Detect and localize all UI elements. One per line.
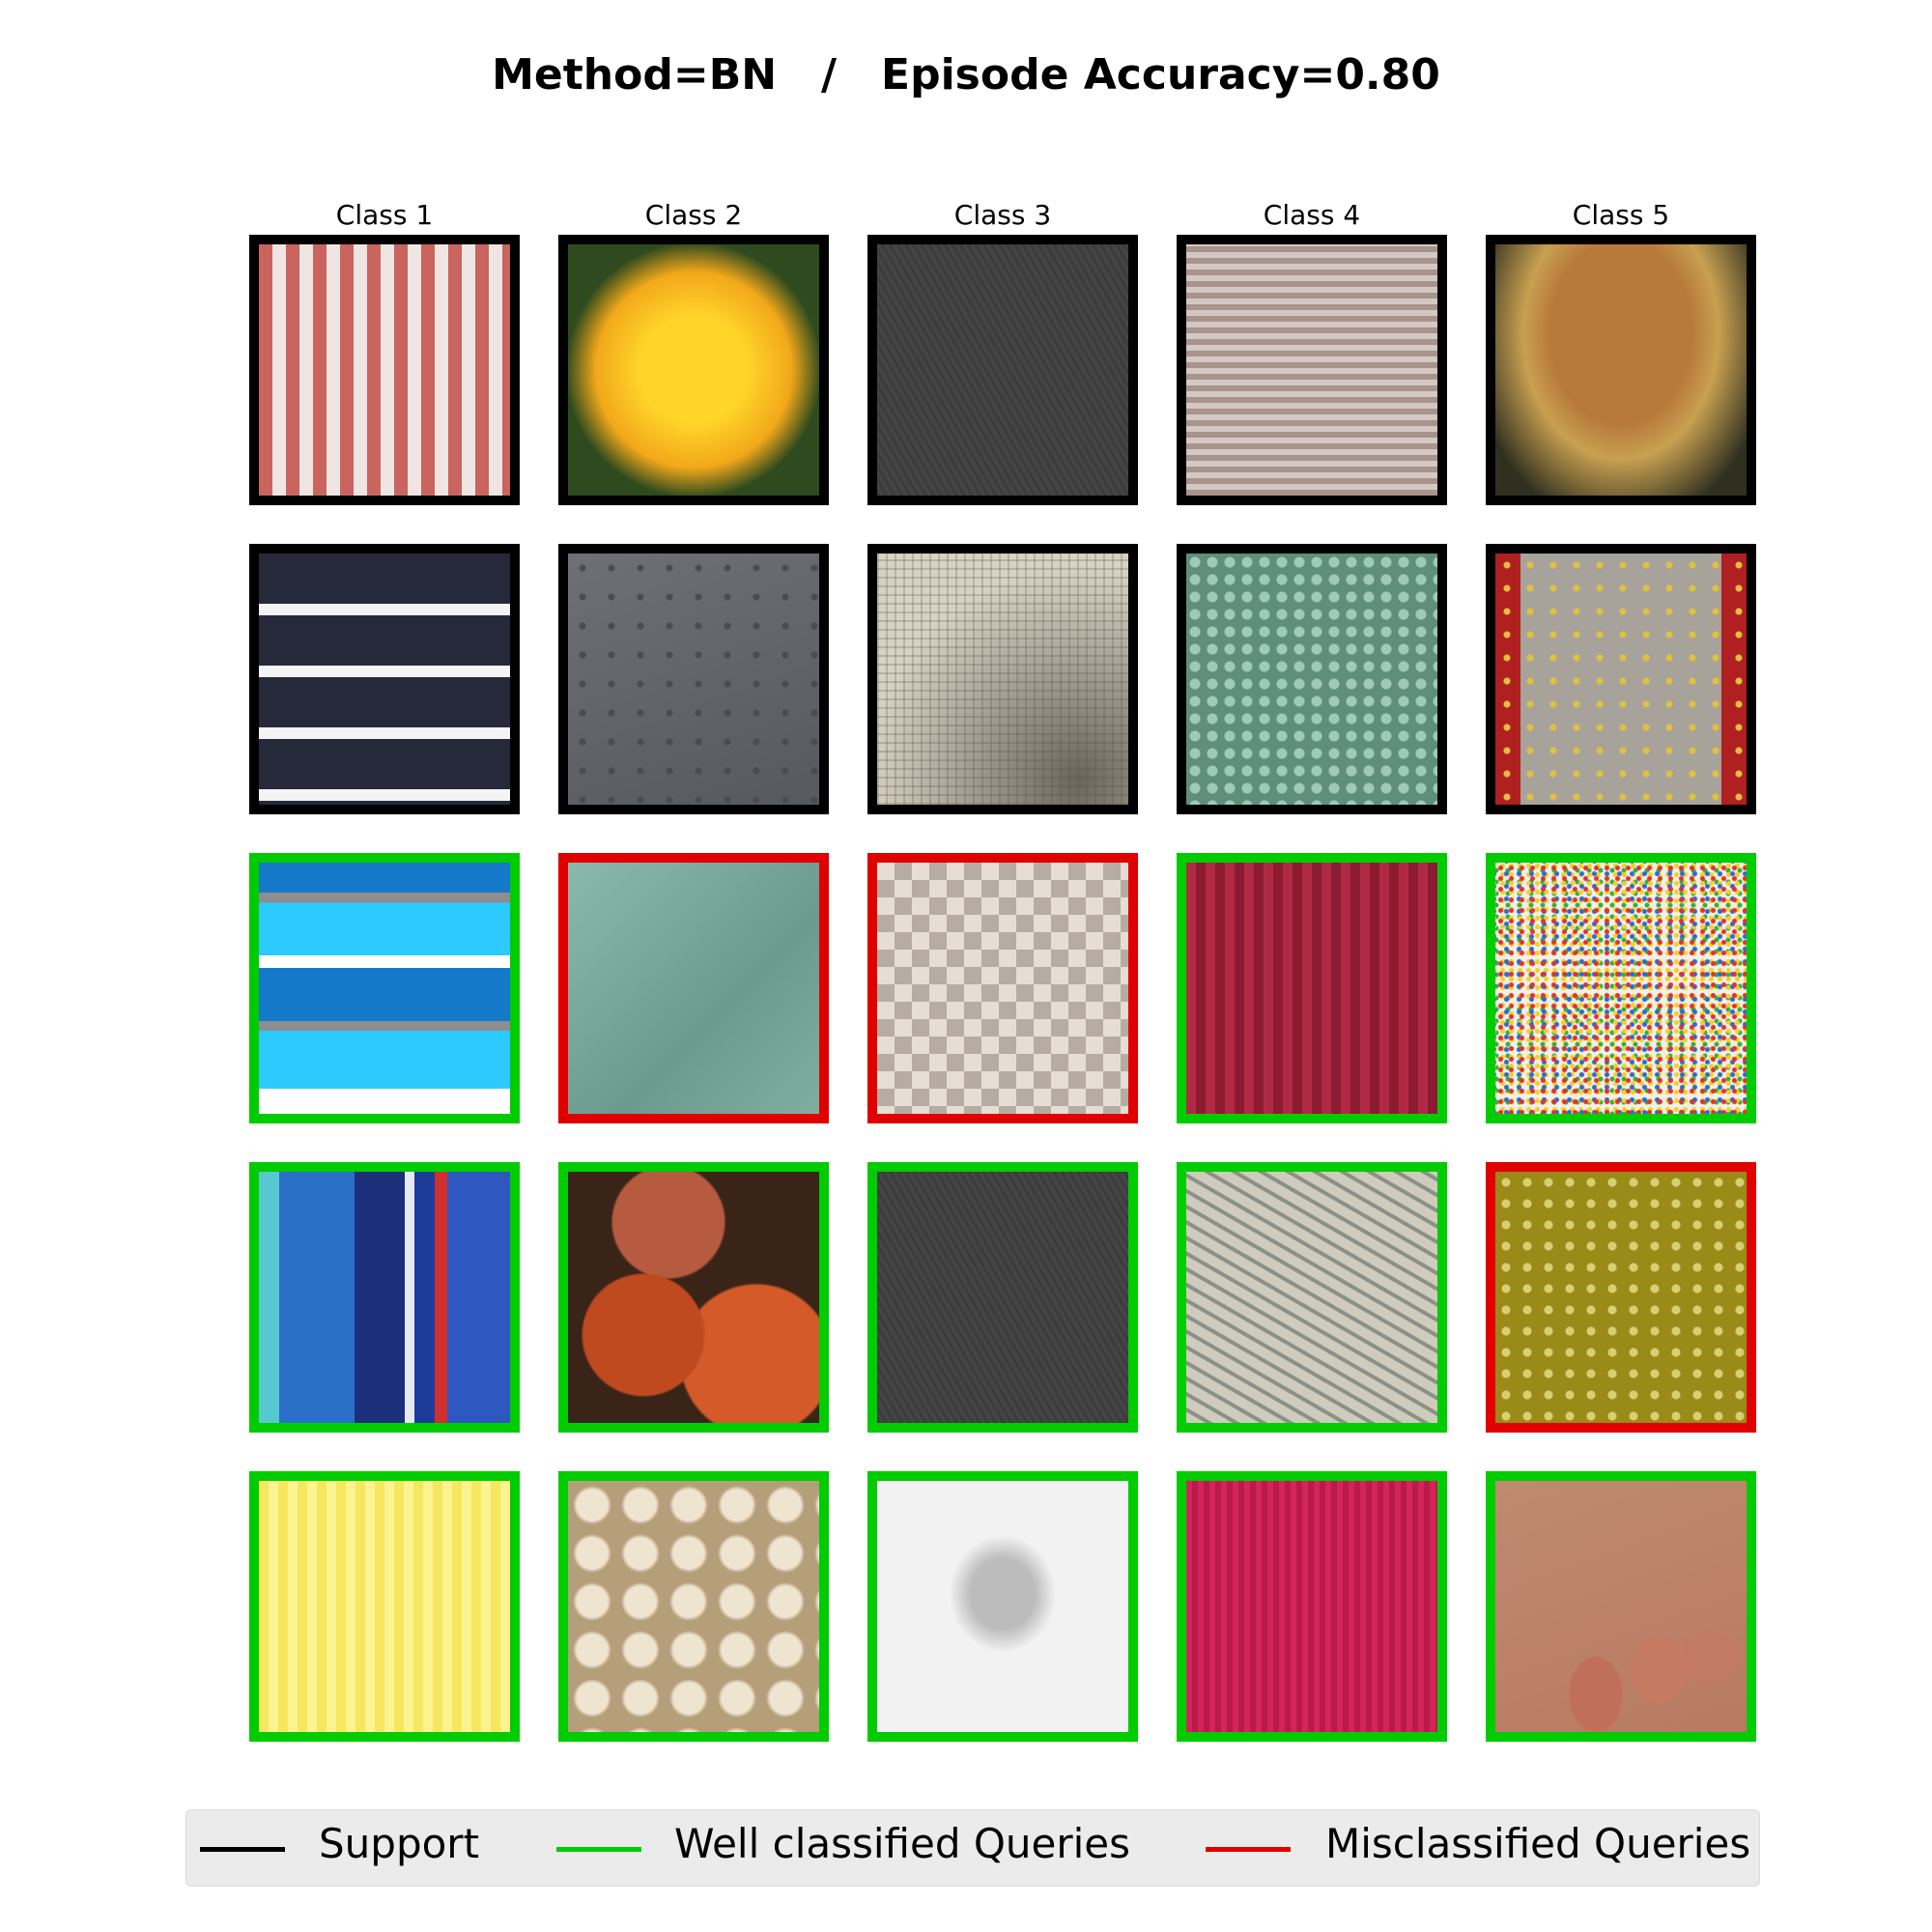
column-header-1: Class 1 (335, 199, 434, 231)
brown-crumbled-speckles-image (1495, 244, 1747, 496)
thumbnail-r1-c5-support (1486, 235, 1756, 505)
green-knit-image (1186, 554, 1437, 805)
legend: Support Well classified Queries Misclass… (185, 1809, 1760, 1887)
olive-yellow-speckles-image (1495, 1172, 1747, 1423)
thumbnail-r4-c1-well (249, 1162, 520, 1433)
beige-crosshatch-fabric-image (877, 554, 1128, 805)
thumbnail-r3-c2-mis (558, 853, 829, 1123)
thumbnail-r1-c3-support (867, 235, 1138, 505)
yellow-vertical-stripes-image (259, 1481, 510, 1732)
thumbnail-r3-c5-well (1486, 853, 1756, 1123)
diamond-tiles-image (877, 863, 1128, 1114)
white-rope-weave-image (1186, 1172, 1437, 1423)
white-gourds-image (568, 1481, 819, 1732)
thumbnail-r2-c5-support (1486, 544, 1756, 814)
thumbnail-r2-c4-support (1177, 544, 1447, 814)
column-header-3: Class 3 (953, 199, 1052, 231)
figure-title: Method=BN / Episode Accuracy=0.80 (492, 50, 1440, 99)
pencil-sketch-face-image (877, 1481, 1128, 1732)
thumbnail-r4-c3-well (867, 1162, 1138, 1433)
dark-grey-scratched-image (877, 1172, 1128, 1423)
thumbnail-r3-c4-well (1177, 853, 1447, 1123)
red-knit-image (1186, 863, 1437, 1114)
thumbnail-r2-c3-support (867, 544, 1138, 814)
thumbnail-r2-c1-support (249, 544, 520, 814)
grey-woven-knit-image (1186, 244, 1437, 496)
thumbnail-r4-c5-mis (1486, 1162, 1756, 1433)
dark-grey-scratched-image (877, 244, 1128, 496)
rainbow-sprinkles-image (1495, 863, 1747, 1114)
thumbnail-r5-c4-well (1177, 1471, 1447, 1742)
legend-well-label: Well classified Queries (674, 1820, 1131, 1867)
legend-support-label: Support (319, 1820, 480, 1867)
pink-knit-image (1186, 1481, 1437, 1732)
thumbnail-r5-c2-well (558, 1471, 829, 1742)
grey-dotted-plastic-image (568, 554, 819, 805)
column-header-2: Class 2 (644, 199, 743, 231)
thumbnail-r1-c1-support (249, 235, 520, 505)
legend-support-line (200, 1847, 285, 1852)
column-header-5: Class 5 (1572, 199, 1670, 231)
red-white-vertical-stripes-image (259, 244, 510, 496)
legend-well-line (556, 1847, 641, 1852)
thumbnail-r5-c3-well (867, 1471, 1138, 1742)
blue-horizontal-stripes-image (259, 863, 510, 1114)
thumbnail-r5-c1-well (249, 1471, 520, 1742)
column-header-4: Class 4 (1263, 199, 1361, 231)
thumbnail-r1-c4-support (1177, 235, 1447, 505)
leaves-on-path-image (1495, 554, 1747, 805)
thumbnail-r3-c1-well (249, 853, 520, 1123)
thumbnail-r1-c2-support (558, 235, 829, 505)
teal-crumpled-paper-image (568, 863, 819, 1114)
thumbnail-r3-c3-mis (867, 853, 1138, 1123)
thumbnail-r5-c5-well (1486, 1471, 1756, 1742)
orange-warty-pumpkins-image (568, 1172, 819, 1423)
legend-mis-label: Misclassified Queries (1325, 1820, 1751, 1867)
thumbnail-r4-c4-well (1177, 1162, 1447, 1433)
navy-white-horizontal-stripes-image (259, 554, 510, 805)
thumbnail-r2-c2-support (558, 544, 829, 814)
warty-yellow-gourd-image (568, 244, 819, 496)
legend-mis-line (1206, 1847, 1291, 1852)
glitter-toes-image (1495, 1481, 1747, 1732)
thumbnail-r4-c2-well (558, 1162, 829, 1433)
blue-vertical-stripes-image (259, 1172, 510, 1423)
